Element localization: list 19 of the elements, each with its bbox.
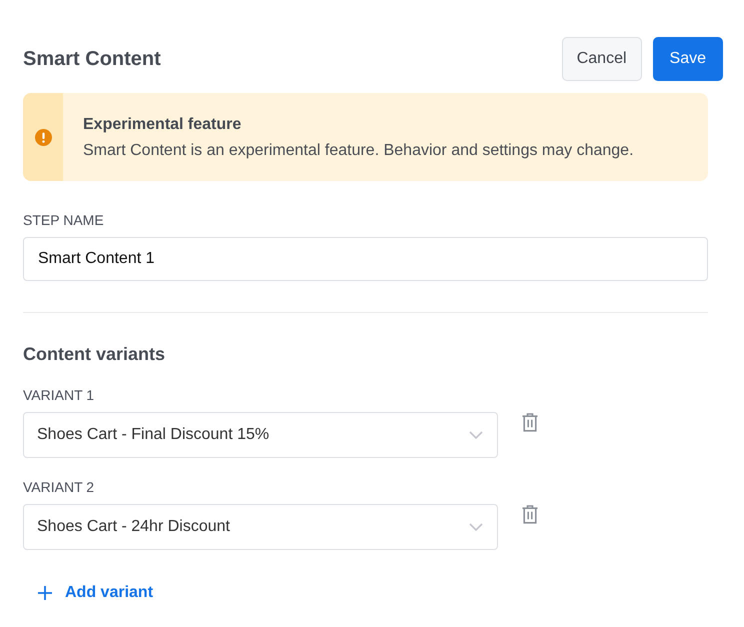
field-label: VARIANT 2: [23, 479, 94, 495]
callout-message: Smart Content is an experimental feature. Behavior and settings may change.: [83, 141, 634, 161]
chevron-down-icon: [469, 431, 483, 439]
field-label: STEP NAME: [23, 212, 104, 228]
trash-icon[interactable]: [522, 505, 538, 524]
page-title: Smart Content: [23, 48, 161, 70]
text-field[interactable]: Smart Content 1: [23, 237, 708, 281]
save-button[interactable]: Save: [652, 37, 723, 81]
dropdown[interactable]: Shoes Cart - Final Discount 15%: [23, 412, 498, 458]
chevron-down-icon: [469, 523, 483, 531]
plus-icon: [38, 586, 52, 600]
dropdown[interactable]: Shoes Cart - 24hr Discount: [23, 504, 498, 550]
section-heading: Content variants: [23, 343, 166, 365]
callout-title: Experimental feature: [83, 115, 242, 135]
field-label: VARIANT 1: [23, 387, 94, 403]
warning-icon: [34, 128, 52, 146]
cancel-button[interactable]: Cancel: [562, 37, 642, 81]
trash-icon[interactable]: [522, 413, 538, 432]
add-variant-button[interactable]: Add variant: [23, 575, 154, 611]
